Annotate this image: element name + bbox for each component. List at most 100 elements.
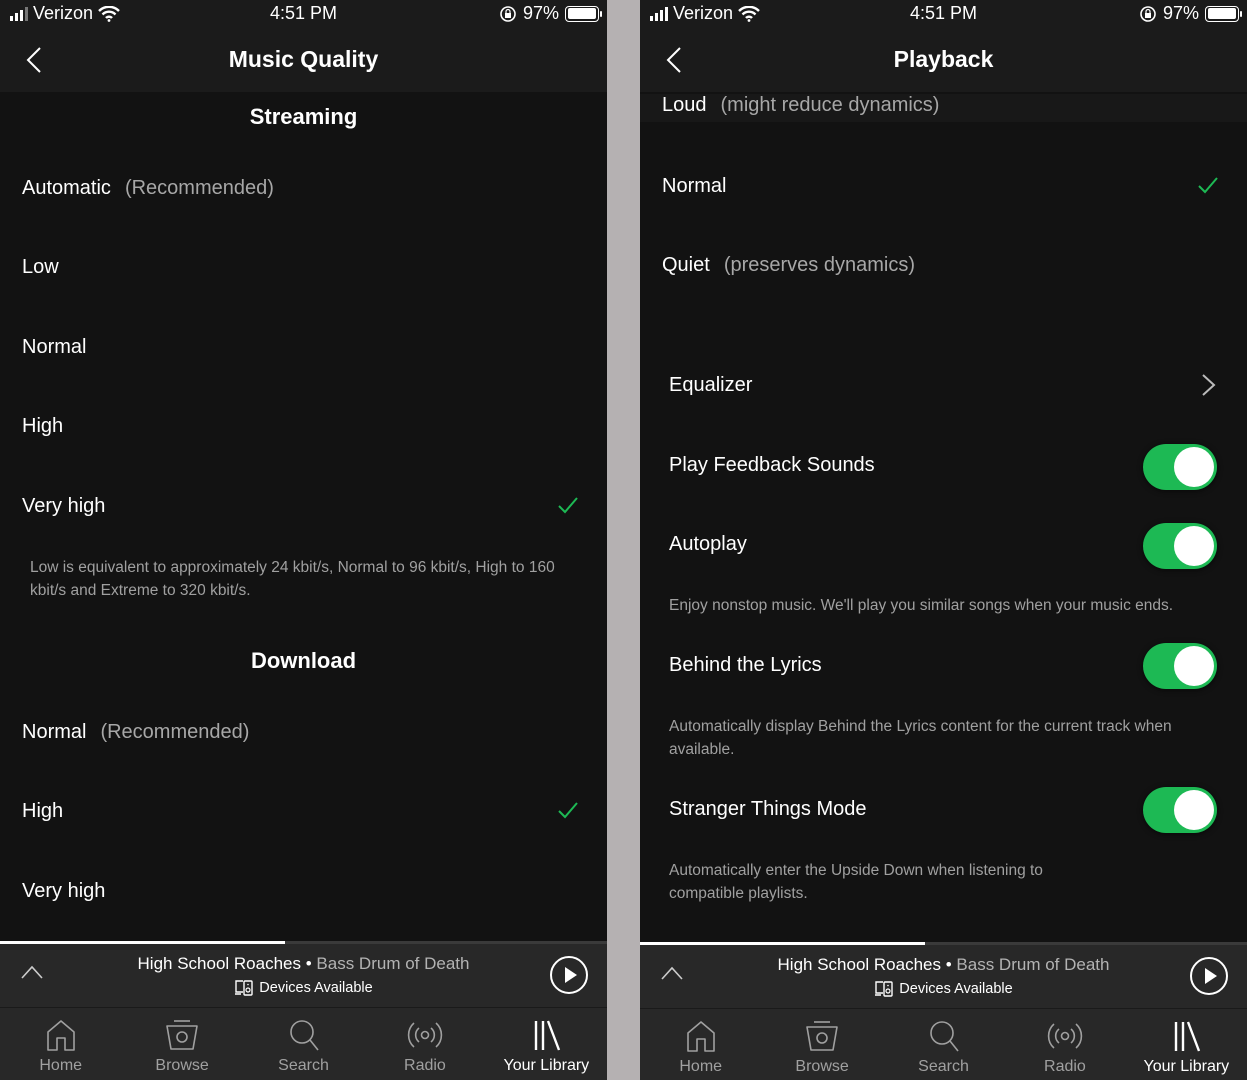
browse-icon: [804, 1019, 840, 1053]
devices-icon: [234, 979, 254, 997]
download-option-high[interactable]: High: [0, 791, 607, 831]
artist-name: Bass Drum of Death: [956, 955, 1110, 974]
search-icon: [926, 1019, 962, 1053]
option-label: Loud: [662, 94, 707, 116]
tab-label: Radio: [404, 1057, 446, 1074]
autoplay-description: Enjoy nonstop music. We'll play you simi…: [669, 597, 1174, 614]
tab-label: Search: [278, 1057, 329, 1074]
toggle-label: Autoplay: [669, 532, 747, 555]
devices-icon: [874, 980, 894, 998]
devices-label: Devices Available: [899, 981, 1013, 997]
status-right: 97%: [1139, 3, 1242, 24]
status-right: 97%: [499, 3, 602, 24]
devices-label: Devices Available: [259, 980, 373, 996]
tab-your-library[interactable]: Your Library: [486, 1008, 607, 1080]
behind-the-lyrics-toggle[interactable]: [1143, 643, 1217, 689]
download-option-normal[interactable]: Normal (Recommended): [0, 712, 607, 752]
equalizer-row[interactable]: Equalizer: [640, 365, 1247, 405]
home-icon: [683, 1019, 719, 1053]
stranger-things-mode-description: Automatically enter the Upside Down when…: [669, 862, 1043, 902]
now-playing-text: High School Roaches • Bass Drum of Death: [0, 954, 607, 974]
tab-radio[interactable]: Radio: [364, 1008, 485, 1080]
streaming-option-very-high[interactable]: Very high: [0, 486, 607, 526]
checkmark-icon: [557, 496, 579, 514]
now-playing-bar[interactable]: High School Roaches • Bass Drum of Death…: [640, 945, 1247, 1008]
streaming-option-automatic[interactable]: Automatic (Recommended): [0, 168, 607, 208]
devices-available[interactable]: Devices Available: [0, 979, 607, 997]
battery-percent: 97%: [522, 3, 559, 23]
behind-the-lyrics-description: Automatically display Behind the Lyrics …: [669, 718, 1172, 758]
play-feedback-sounds-toggle[interactable]: [1143, 444, 1217, 490]
tab-label: Your Library: [503, 1057, 590, 1074]
separator: •: [941, 955, 957, 974]
option-label: Normal: [22, 335, 87, 358]
autoplay-toggle[interactable]: [1143, 523, 1217, 569]
equalizer-label: Equalizer: [669, 373, 753, 396]
music-quality-screen: Verizon 4:51 PM 97% Music Quality Stream…: [0, 0, 607, 1080]
status-bar: Verizon 4:51 PM 97%: [640, 0, 1247, 28]
play-button[interactable]: [1189, 956, 1229, 996]
toggle-label: Stranger Things Mode: [669, 797, 867, 820]
option-note: (preserves dynamics): [723, 253, 915, 276]
tab-radio[interactable]: Radio: [1004, 1009, 1125, 1080]
radio-icon: [407, 1018, 443, 1052]
streaming-heading: Streaming: [249, 104, 358, 129]
battery-icon: [1205, 5, 1242, 22]
streaming-option-low[interactable]: Low: [0, 247, 607, 287]
tab-label: Radio: [1044, 1058, 1086, 1075]
option-label: Normal: [662, 174, 727, 197]
settings-list: Loud (might reduce dynamics) Normal Quie…: [640, 94, 1247, 942]
playback-screen: Verizon 4:51 PM 97% Playback Loud (might…: [640, 0, 1247, 1080]
library-icon: [528, 1018, 564, 1052]
volume-option-quiet[interactable]: Quiet (preserves dynamics): [640, 245, 1247, 285]
streaming-option-normal[interactable]: Normal: [0, 327, 607, 367]
battery-percent: 97%: [1162, 3, 1199, 23]
chevron-right-icon: [1201, 373, 1217, 397]
download-heading: Download: [250, 648, 357, 673]
devices-available[interactable]: Devices Available: [640, 980, 1247, 998]
tab-browse[interactable]: Browse: [761, 1009, 882, 1080]
option-label: Very high: [22, 494, 106, 517]
settings-list: Streaming Automatic (Recommended) Low No…: [0, 92, 607, 942]
option-label: Low: [22, 255, 59, 278]
play-button[interactable]: [549, 955, 589, 995]
option-label: Quiet: [662, 253, 710, 276]
browse-icon: [164, 1018, 200, 1052]
tab-search[interactable]: Search: [883, 1009, 1004, 1080]
home-icon: [43, 1018, 79, 1052]
volume-option-loud[interactable]: Loud (might reduce dynamics): [640, 94, 1247, 122]
tab-search[interactable]: Search: [243, 1008, 364, 1080]
streaming-option-high[interactable]: High: [0, 406, 607, 446]
tab-browse[interactable]: Browse: [121, 1008, 242, 1080]
artist-name: Bass Drum of Death: [316, 954, 470, 973]
tab-home[interactable]: Home: [0, 1008, 121, 1080]
search-icon: [286, 1018, 322, 1052]
track-title: High School Roaches: [777, 955, 941, 974]
library-icon: [1168, 1019, 1204, 1053]
download-option-very-high[interactable]: Very high: [0, 871, 607, 911]
status-bar: Verizon 4:51 PM 97%: [0, 0, 607, 28]
tab-your-library[interactable]: Your Library: [1126, 1009, 1247, 1080]
tab-label: Home: [679, 1058, 723, 1075]
page-title: Music Quality: [228, 46, 379, 72]
rotation-lock-icon: [1139, 5, 1157, 23]
option-note: (Recommended): [124, 176, 274, 199]
now-playing-bar[interactable]: High School Roaches • Bass Drum of Death…: [0, 944, 607, 1007]
battery-icon: [565, 5, 602, 22]
volume-option-normal[interactable]: Normal: [640, 166, 1247, 206]
streaming-description: Low is equivalent to approximately 24 kb…: [30, 559, 555, 599]
toggle-label: Behind the Lyrics: [669, 653, 822, 676]
tab-label: Your Library: [1143, 1058, 1230, 1075]
separator: •: [301, 954, 317, 973]
tab-label: Browse: [795, 1058, 849, 1075]
page-title: Playback: [893, 46, 994, 72]
stranger-things-mode-toggle[interactable]: [1143, 787, 1217, 833]
tab-home[interactable]: Home: [640, 1009, 761, 1080]
nav-bar: Music Quality: [0, 28, 607, 92]
option-label: Normal: [22, 720, 87, 743]
radio-icon: [1047, 1019, 1083, 1053]
checkmark-icon: [557, 801, 579, 819]
checkmark-icon: [1197, 176, 1219, 194]
option-label: High: [22, 414, 64, 437]
option-label: Automatic: [22, 176, 111, 199]
